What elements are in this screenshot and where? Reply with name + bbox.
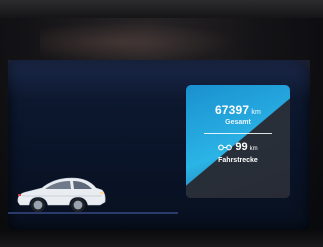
trip-distance-value: 99 — [235, 141, 248, 153]
car-image — [17, 177, 106, 213]
dashboard-lower-trim — [0, 230, 323, 247]
trip-distance-icon — [218, 144, 233, 150]
trip-distance-label: Fahrstrecke — [218, 157, 258, 164]
trip-distance-readout: 99 km — [186, 141, 290, 153]
total-distance-readout: 67397 km — [186, 103, 290, 117]
glass-reflection — [40, 22, 240, 62]
trip-distance-unit: km — [249, 146, 258, 152]
total-distance-unit: km — [251, 109, 262, 116]
dashboard-bezel — [0, 0, 323, 18]
panel-divider — [204, 133, 272, 134]
total-distance-value: 67397 — [214, 103, 250, 117]
total-distance-label: Gesamt — [225, 119, 251, 126]
odometer-panel: 67397 km Gesamt 99 km Fahrstrecke — [186, 85, 290, 198]
